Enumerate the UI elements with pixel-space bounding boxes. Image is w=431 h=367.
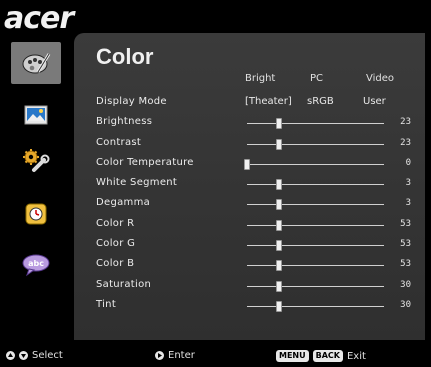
mode-header-pc: PC	[310, 73, 324, 84]
display-mode-option-theater[interactable]: [Theater]	[245, 96, 292, 107]
slider-knob[interactable]	[275, 179, 282, 191]
setting-value: 53	[400, 259, 411, 270]
setting-label: Contrast	[96, 136, 142, 148]
select-hint-label: Select	[32, 350, 63, 361]
setting-label: Saturation	[96, 278, 152, 290]
sidebar-item-language[interactable]: abc	[11, 244, 61, 286]
setting-value: 53	[400, 218, 411, 229]
slider-track[interactable]	[247, 163, 384, 165]
setting-label: Tint	[96, 298, 117, 310]
back-key[interactable]: BACK	[312, 350, 343, 362]
select-hint: Select	[6, 350, 63, 361]
color-palette-icon	[22, 53, 51, 74]
setting-label: Degamma	[96, 197, 151, 209]
exit-hint-label: Exit	[346, 350, 366, 362]
slider-knob[interactable]	[275, 240, 282, 252]
slider-track[interactable]	[247, 285, 384, 287]
slider-track[interactable]	[247, 143, 384, 145]
setting-row[interactable]: Saturation 30	[74, 276, 425, 296]
setting-label: Color Temperature	[96, 156, 194, 168]
brand-name: acer	[4, 1, 74, 36]
image-icon	[24, 105, 48, 125]
setting-row[interactable]: Color B 53	[74, 255, 425, 275]
setting-value: 0	[405, 157, 411, 168]
setting-row[interactable]: Color Temperature 0	[74, 154, 425, 174]
setting-value: 30	[400, 279, 411, 290]
slider-knob[interactable]	[275, 260, 282, 272]
sidebar-item-color[interactable]	[11, 42, 61, 84]
slider-track[interactable]	[247, 204, 384, 206]
slider-knob[interactable]	[275, 280, 282, 292]
display-mode-option-srgb[interactable]: sRGB	[307, 96, 334, 107]
setting-value: 53	[400, 239, 411, 250]
setting-row[interactable]: Degamma 3	[74, 194, 425, 214]
setting-value: 30	[400, 299, 411, 310]
setting-row[interactable]: Color R 53	[74, 215, 425, 235]
setting-value: 23	[400, 137, 411, 148]
svg-text:abc: abc	[28, 259, 44, 268]
setting-value: 3	[405, 178, 411, 189]
right-arrow-icon	[155, 351, 164, 360]
slider-track[interactable]	[247, 184, 384, 186]
slider-knob[interactable]	[275, 300, 282, 312]
setting-label: White Segment	[96, 177, 178, 189]
slider-track[interactable]	[247, 265, 384, 267]
menu-key[interactable]: MENU	[276, 350, 309, 362]
language-abc-icon: abc	[22, 254, 50, 277]
sidebar-item-timer[interactable]	[11, 193, 61, 235]
clock-timer-icon	[25, 203, 47, 225]
page-title: Color	[96, 44, 154, 69]
slider-knob[interactable]	[275, 219, 282, 231]
setting-row[interactable]: White Segment 3	[74, 174, 425, 194]
setting-label: Color B	[96, 258, 135, 270]
enter-hint-label: Enter	[168, 350, 195, 361]
acer-logo: acer	[4, 2, 94, 36]
slider-knob[interactable]	[275, 118, 282, 130]
slider-knob[interactable]	[275, 138, 282, 150]
sidebar: abc	[2, 40, 72, 340]
sidebar-item-image[interactable]	[11, 94, 61, 136]
down-arrow-icon	[19, 351, 28, 360]
setting-label: Color R	[96, 217, 135, 229]
mode-header-video: Video	[366, 73, 395, 84]
slider-track[interactable]	[247, 305, 384, 307]
setting-value: 3	[405, 198, 411, 209]
mode-header-bright: Bright	[245, 73, 276, 84]
setting-row[interactable]: Color G 53	[74, 235, 425, 255]
slider-track[interactable]	[247, 245, 384, 247]
slider-track[interactable]	[247, 224, 384, 226]
settings-list: Display Mode [Theater] sRGB User Brightn…	[74, 93, 425, 316]
setting-label: Color G	[96, 238, 136, 250]
exit-hint: MENU BACK Exit	[276, 350, 366, 362]
slider-track[interactable]	[247, 123, 384, 125]
footer-hint-bar: Select Enter MENU BACK Exit	[0, 343, 431, 367]
slider-knob[interactable]	[244, 158, 250, 170]
setting-row[interactable]: Brightness 23	[74, 113, 425, 133]
setting-label: Brightness	[96, 116, 153, 128]
sidebar-item-settings[interactable]	[11, 140, 61, 182]
up-arrow-icon	[6, 351, 15, 360]
color-menu-panel: Color Bright PC Video Display Mode [Thea…	[74, 33, 425, 340]
display-mode-row[interactable]: Display Mode [Theater] sRGB User	[74, 93, 425, 113]
setting-row[interactable]: Tint 30	[74, 296, 425, 316]
display-mode-option-user[interactable]: User	[363, 96, 386, 107]
settings-wrench-icon	[23, 149, 50, 172]
enter-hint: Enter	[155, 350, 195, 361]
slider-knob[interactable]	[275, 199, 282, 211]
setting-row[interactable]: Contrast 23	[74, 134, 425, 154]
display-mode-label: Display Mode	[96, 96, 167, 107]
setting-value: 23	[400, 117, 411, 128]
